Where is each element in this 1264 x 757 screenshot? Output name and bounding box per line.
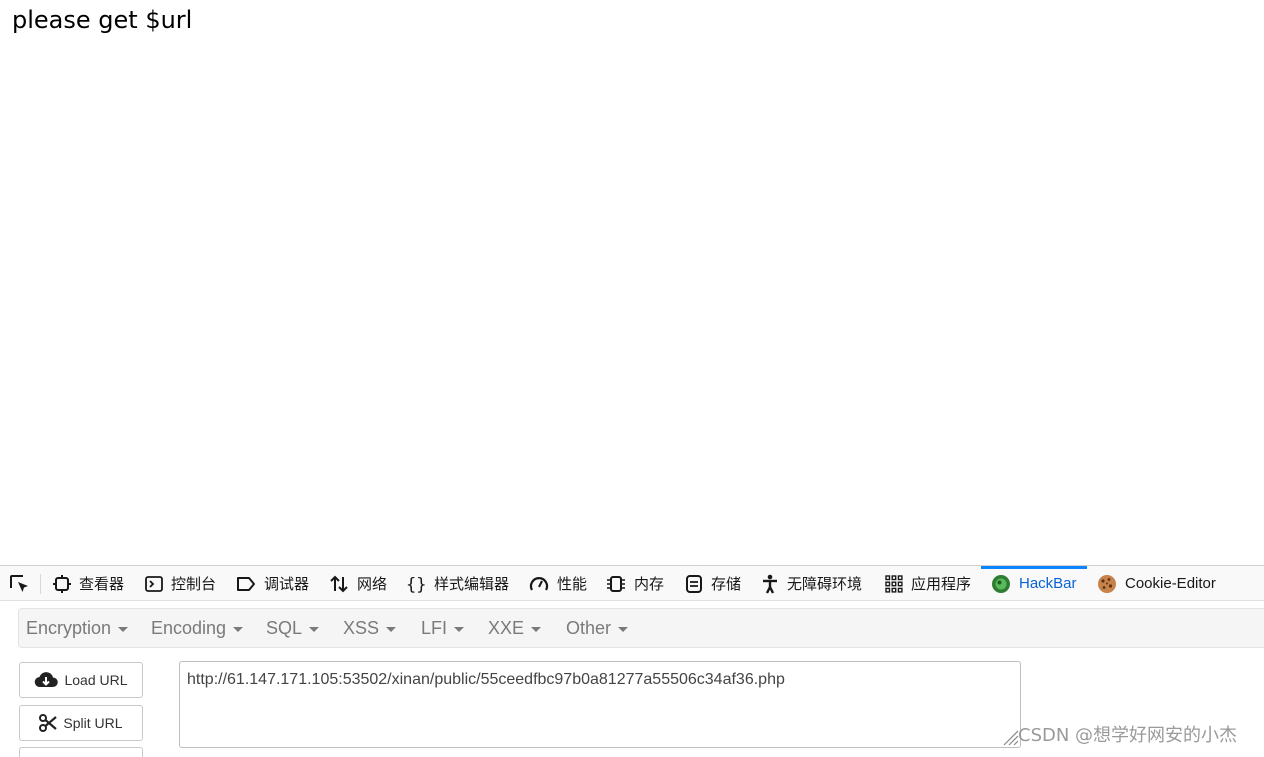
- inspector-icon: [53, 574, 71, 593]
- cookie-icon: [1098, 574, 1116, 593]
- page-content: please get $url: [0, 0, 1264, 565]
- lfi-menu[interactable]: LFI: [421, 609, 465, 647]
- caret-down-icon: [618, 626, 629, 632]
- svg-text:{}: {}: [406, 575, 426, 593]
- sql-menu[interactable]: SQL: [266, 609, 320, 647]
- element-picker-button[interactable]: [9, 566, 39, 601]
- url-textarea[interactable]: http://61.147.171.105:53502/xinan/public…: [179, 661, 1021, 748]
- caret-down-icon: [386, 626, 397, 632]
- hackbar-menubar: Encryption Encoding SQL XSS LFI XXE Othe…: [18, 608, 1264, 648]
- cloud-download-icon: [35, 672, 59, 688]
- tab-inspector[interactable]: 查看器: [53, 566, 124, 601]
- tab-label: 性能: [557, 576, 588, 593]
- resize-grip-icon[interactable]: [1000, 727, 1020, 747]
- tab-application[interactable]: 应用程序: [885, 566, 971, 601]
- tab-label: 内存: [634, 576, 665, 593]
- tab-label: 无障碍环境: [787, 576, 863, 593]
- caret-down-icon: [118, 626, 129, 632]
- tab-label: 调试器: [264, 576, 310, 593]
- caret-down-icon: [531, 626, 542, 632]
- tab-debugger[interactable]: 调试器: [236, 566, 309, 601]
- encryption-menu[interactable]: Encryption: [26, 609, 129, 647]
- tab-memory[interactable]: 内存: [606, 566, 664, 601]
- xss-menu[interactable]: XSS: [343, 609, 397, 647]
- tab-label: Cookie-Editor: [1125, 575, 1216, 592]
- devtools-tabbar: 查看器 控制台 调试器 网络 {} 样式编辑器 性能 内存 存储 无障碍环境 应…: [0, 565, 1264, 601]
- tab-console[interactable]: 控制台: [145, 566, 216, 601]
- storage-icon: [686, 574, 702, 593]
- caret-down-icon: [454, 626, 465, 632]
- menu-label: Other: [566, 617, 612, 638]
- pick-element-icon: [10, 574, 28, 592]
- xxe-menu[interactable]: XXE: [488, 609, 542, 647]
- console-icon: [145, 575, 163, 592]
- encoding-menu[interactable]: Encoding: [151, 609, 244, 647]
- other-menu[interactable]: Other: [566, 609, 629, 647]
- tab-accessibility[interactable]: 无障碍环境: [761, 566, 862, 601]
- style-editor-icon: {}: [406, 575, 426, 593]
- split-url-label: Split URL: [63, 715, 123, 731]
- menu-label: LFI: [421, 617, 448, 638]
- devtools-panel: 查看器 控制台 调试器 网络 {} 样式编辑器 性能 内存 存储 无障碍环境 应…: [0, 565, 1264, 757]
- tab-label: 应用程序: [911, 576, 972, 593]
- caret-down-icon: [309, 626, 320, 632]
- application-icon: [885, 574, 903, 593]
- tab-storage[interactable]: 存储: [685, 566, 741, 601]
- url-value: http://61.147.171.105:53502/xinan/public…: [187, 671, 785, 688]
- tab-label: 查看器: [79, 576, 125, 593]
- menu-label: Encoding: [151, 617, 227, 638]
- tab-hackbar[interactable]: HackBar: [981, 566, 1087, 601]
- tab-label: 存储: [711, 576, 742, 593]
- debugger-icon: [237, 576, 255, 591]
- tab-label: 控制台: [171, 576, 217, 593]
- accessibility-icon: [763, 574, 777, 594]
- page-message: please get $url: [12, 6, 193, 34]
- network-icon: [330, 575, 348, 592]
- menu-label: XSS: [343, 617, 380, 638]
- tab-network[interactable]: 网络: [329, 566, 387, 601]
- scissors-icon: [39, 714, 58, 732]
- toolbar-divider: [40, 574, 41, 594]
- tab-performance[interactable]: 性能: [529, 566, 587, 601]
- split-url-button[interactable]: Split URL: [19, 705, 143, 741]
- tab-label: 网络: [357, 576, 388, 593]
- load-url-label: Load URL: [64, 672, 128, 688]
- performance-icon: [529, 576, 549, 591]
- caret-down-icon: [233, 626, 244, 632]
- menu-label: Encryption: [26, 617, 112, 638]
- memory-icon: [607, 575, 625, 592]
- tab-cookie-editor[interactable]: Cookie-Editor: [1097, 566, 1216, 601]
- tab-label: 样式编辑器: [434, 576, 510, 593]
- next-button-partial[interactable]: [19, 747, 143, 757]
- hackbar-icon: [992, 574, 1010, 593]
- load-url-button[interactable]: Load URL: [19, 662, 143, 698]
- tab-label: HackBar: [1019, 575, 1077, 592]
- watermark: CSDN @想学好网安的小杰: [1018, 725, 1238, 746]
- tab-style-editor[interactable]: {} 样式编辑器: [406, 566, 509, 601]
- menu-label: XXE: [488, 617, 525, 638]
- menu-label: SQL: [266, 617, 303, 638]
